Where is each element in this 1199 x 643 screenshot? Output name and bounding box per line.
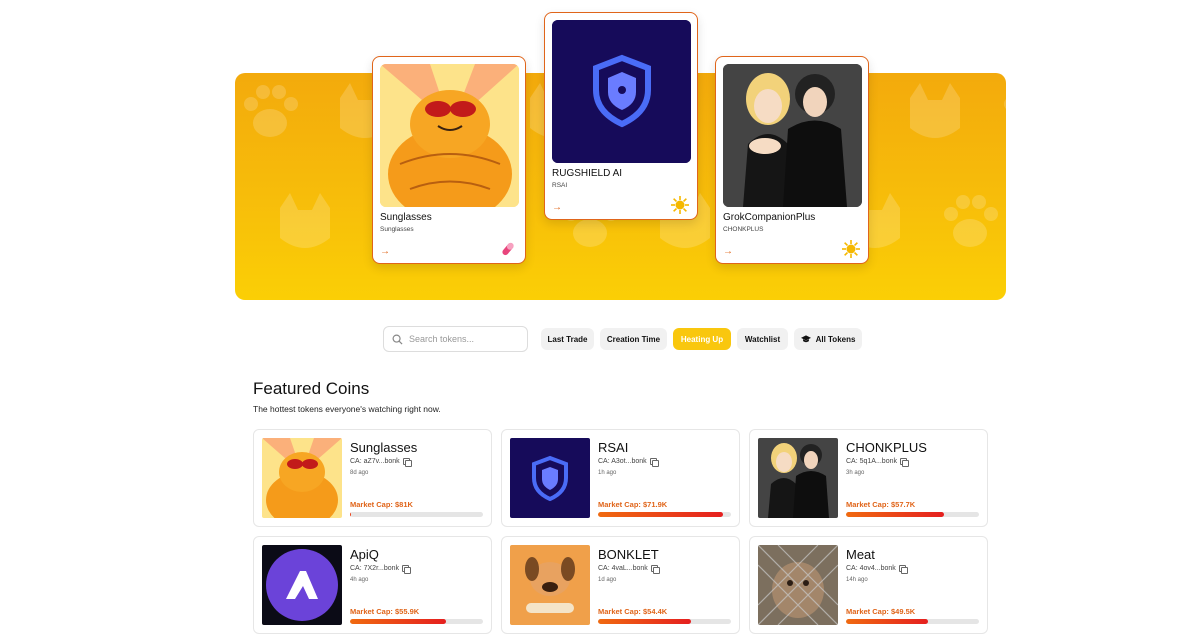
arrow-right-icon[interactable]: → bbox=[552, 202, 562, 213]
bonding-progress-bar bbox=[350, 619, 483, 624]
coin-card[interactable]: BONKLET CA: 4vaL...bonk 1d ago Market Cap: … bbox=[501, 536, 740, 634]
coin-contract: CA: 4ov4...bonk bbox=[846, 565, 908, 574]
coin-thumbnail bbox=[758, 438, 838, 518]
filter-last-trade[interactable]: Last Trade bbox=[541, 328, 594, 350]
progress-fill bbox=[350, 619, 446, 624]
dog-head-pattern-icon bbox=[900, 78, 970, 148]
progress-fill bbox=[846, 512, 945, 517]
paw-pattern-icon bbox=[935, 188, 1005, 258]
coin-contract: CA: 4vaL...bonk bbox=[598, 565, 660, 574]
coin-name: ApiQ bbox=[350, 547, 379, 562]
coin-thumbnail bbox=[262, 438, 342, 518]
search-icon bbox=[392, 334, 403, 345]
featured-ticker: RSAI bbox=[552, 182, 568, 189]
featured-card-grokcompanion[interactable]: GrokCompanionPlus CHONKPLUS → bbox=[715, 56, 869, 264]
sun-icon bbox=[842, 240, 860, 258]
arrow-right-icon[interactable]: → bbox=[380, 246, 390, 257]
market-cap: Market Cap: $49.5K bbox=[846, 607, 916, 616]
coin-card[interactable]: RSAI CA: A3ot...bonk 1h ago Market Cap: $71… bbox=[501, 429, 740, 527]
sun-icon bbox=[671, 196, 689, 214]
contract-address: CA: A3ot...bonk bbox=[598, 458, 647, 465]
contract-address: CA: 4vaL...bonk bbox=[598, 565, 648, 572]
coin-contract: CA: 5q1A...bonk bbox=[846, 458, 909, 467]
progress-fill bbox=[846, 619, 929, 624]
coin-name: RSAI bbox=[598, 440, 629, 455]
coin-card[interactable]: Meat CA: 4ov4...bonk 14h ago Market Cap: $4… bbox=[749, 536, 988, 634]
coin-name: CHONKPLUS bbox=[846, 440, 927, 455]
copy-icon[interactable] bbox=[898, 565, 908, 574]
copy-icon[interactable] bbox=[402, 458, 412, 467]
sunglasses-image bbox=[380, 64, 519, 207]
coin-contract: CA: 7X2r...bonk bbox=[350, 565, 412, 574]
section-subtitle: The hottest tokens everyone's watching r… bbox=[253, 404, 441, 414]
coin-age: 1h ago bbox=[598, 470, 617, 476]
coin-name: BONKLET bbox=[598, 547, 659, 562]
section-title: Featured Coins bbox=[253, 379, 370, 398]
bonding-progress-bar bbox=[598, 619, 731, 624]
contract-address: CA: 4ov4...bonk bbox=[846, 565, 896, 572]
coin-name: Sunglasses bbox=[350, 440, 418, 455]
coin-age: 14h ago bbox=[846, 577, 868, 583]
search-input[interactable] bbox=[409, 334, 519, 344]
market-cap: Market Cap: $71.9K bbox=[598, 500, 668, 509]
coin-age: 1d ago bbox=[598, 577, 617, 583]
filter-creation-time[interactable]: Creation Time bbox=[600, 328, 667, 350]
grokcompanion-image bbox=[723, 64, 862, 207]
copy-icon[interactable] bbox=[650, 565, 660, 574]
search-box[interactable] bbox=[383, 326, 528, 352]
featured-ticker: CHONKPLUS bbox=[723, 226, 764, 233]
market-cap: Market Cap: $57.7K bbox=[846, 500, 916, 509]
coin-card[interactable]: Sunglasses CA: aZ7v...bonk 8d ago Market Ca… bbox=[253, 429, 492, 527]
contract-address: CA: aZ7v...bonk bbox=[350, 458, 400, 465]
featured-card-rugshield[interactable]: RUGSHIELD AI RSAI → bbox=[544, 12, 698, 220]
coin-contract: CA: aZ7v...bonk bbox=[350, 458, 412, 467]
featured-name: GrokCompanionPlus bbox=[723, 212, 816, 223]
progress-fill bbox=[350, 512, 352, 517]
market-cap: Market Cap: $54.4K bbox=[598, 607, 668, 616]
all-tokens-label: All Tokens bbox=[815, 334, 856, 344]
graduation-cap-icon bbox=[800, 334, 811, 342]
coin-age: 8d ago bbox=[350, 470, 369, 476]
coin-age: 4h ago bbox=[350, 577, 369, 583]
coin-card[interactable]: ApiQ CA: 7X2r...bonk 4h ago Market Cap: $55… bbox=[253, 536, 492, 634]
featured-ticker: Sunglasses bbox=[380, 226, 414, 233]
arrow-right-icon[interactable]: → bbox=[723, 246, 733, 257]
market-cap: Market Cap: $81K bbox=[350, 500, 413, 509]
filter-watchlist[interactable]: Watchlist bbox=[737, 328, 788, 350]
copy-icon[interactable] bbox=[899, 458, 909, 467]
coin-name: Meat bbox=[846, 547, 875, 562]
coin-thumbnail bbox=[758, 545, 838, 625]
copy-icon[interactable] bbox=[402, 565, 412, 574]
progress-fill bbox=[598, 619, 692, 624]
bonding-progress-bar bbox=[846, 512, 979, 517]
bonding-progress-bar bbox=[350, 512, 483, 517]
bonding-progress-bar bbox=[598, 512, 731, 517]
market-cap: Market Cap: $55.9K bbox=[350, 607, 420, 616]
featured-name: RUGSHIELD AI bbox=[552, 168, 623, 179]
contract-address: CA: 5q1A...bonk bbox=[846, 458, 897, 465]
rugshield-image bbox=[552, 20, 691, 163]
coin-thumbnail bbox=[510, 438, 590, 518]
coin-contract: CA: A3ot...bonk bbox=[598, 458, 659, 467]
filter-all-tokens[interactable]: All Tokens bbox=[794, 328, 862, 350]
pill-icon bbox=[499, 240, 517, 258]
filter-heating-up[interactable]: Heating Up bbox=[673, 328, 731, 350]
featured-card-sunglasses[interactable]: Sunglasses Sunglasses → bbox=[372, 56, 526, 264]
contract-address: CA: 7X2r...bonk bbox=[350, 565, 400, 572]
coin-thumbnail bbox=[510, 545, 590, 625]
coin-age: 3h ago bbox=[846, 470, 865, 476]
copy-icon[interactable] bbox=[649, 458, 659, 467]
bonding-progress-bar bbox=[846, 619, 979, 624]
dog-head-pattern-icon bbox=[270, 188, 340, 258]
paw-pattern-icon bbox=[235, 78, 305, 148]
paw-pattern-icon bbox=[995, 78, 1006, 148]
featured-name: Sunglasses bbox=[380, 212, 432, 223]
progress-fill bbox=[598, 512, 724, 517]
coin-thumbnail bbox=[262, 545, 342, 625]
coin-card[interactable]: CHONKPLUS CA: 5q1A...bonk 3h ago Market Cap… bbox=[749, 429, 988, 527]
